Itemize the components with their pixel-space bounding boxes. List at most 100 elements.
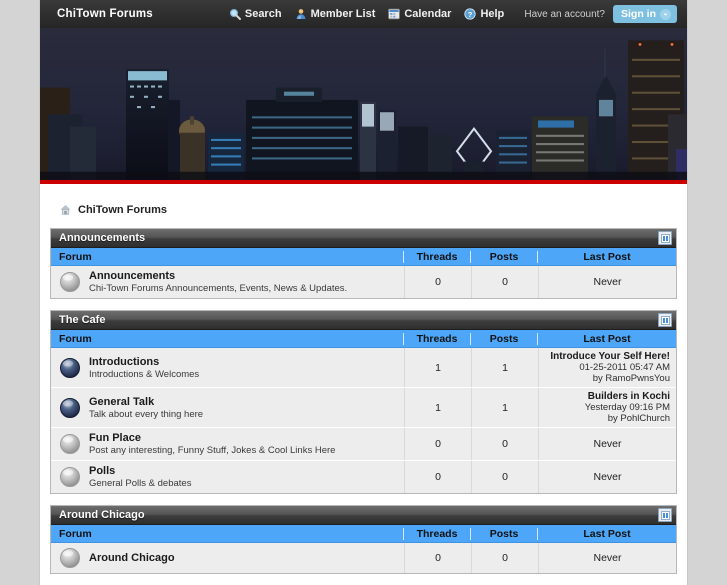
column-header-forum: Forum xyxy=(59,250,92,263)
column-header-last-post: Last Post xyxy=(537,527,676,540)
site-banner xyxy=(40,28,687,184)
forum-cell: Introductions Introductions & Welcomes xyxy=(51,348,404,387)
forum-no-new-posts-icon xyxy=(59,433,81,455)
threads-count: 0 xyxy=(404,461,471,493)
breadcrumb-label: ChiTown Forums xyxy=(78,203,168,216)
last-post-date: 01-25-2011 05:47 AM xyxy=(579,362,670,373)
nav-member-list[interactable]: Member List xyxy=(295,8,375,20)
category-title: Announcements xyxy=(59,232,146,244)
forum-row[interactable]: Polls General Polls & debates 0 0 Never xyxy=(51,461,676,493)
nav-calendar-label: Calendar xyxy=(404,8,452,20)
last-post-cell: Never xyxy=(538,461,676,493)
forum-no-new-posts-icon xyxy=(59,547,81,569)
forum-new-posts-icon xyxy=(59,357,81,379)
column-header-last-post: Last Post xyxy=(537,250,676,263)
last-post-cell: Never xyxy=(538,428,676,460)
collapse-icon[interactable] xyxy=(658,313,672,327)
last-post-cell: Never xyxy=(538,266,676,298)
posts-count: 1 xyxy=(471,348,538,387)
last-post-author[interactable]: by RamoPwnsYou xyxy=(545,373,670,384)
forum-category: Around Chicago Forum Threads Posts Last Pos… xyxy=(50,505,677,574)
column-header-threads: Threads xyxy=(403,527,470,540)
search-icon xyxy=(229,8,241,20)
top-navigation-bar: ChiTown Forums Search Member List Calend… xyxy=(40,0,687,28)
last-post-title[interactable]: Introduce Your Self Here! xyxy=(545,351,670,362)
main-content: ChiTown Forums Announcements Forum Thread… xyxy=(40,184,687,574)
help-icon: ? xyxy=(464,8,477,20)
threads-count: 1 xyxy=(404,348,471,387)
posts-count: 0 xyxy=(471,428,538,460)
nav-help-label: Help xyxy=(480,8,505,20)
posts-count: 1 xyxy=(471,388,538,427)
column-header-forum: Forum xyxy=(59,527,92,540)
collapse-icon[interactable] xyxy=(658,231,672,245)
forum-category: Announcements Forum Threads Posts Last Post… xyxy=(50,228,677,299)
category-header: Announcements xyxy=(51,229,676,248)
main-nav: Search Member List Calendar ? Help xyxy=(229,8,504,20)
forum-category: The Cafe Forum Threads Posts Last Post Intr… xyxy=(50,310,677,494)
category-title: Around Chicago xyxy=(59,509,145,521)
forum-description: Post any interesting, Funny Stuff, Jokes… xyxy=(89,445,336,456)
column-header-forum: Forum xyxy=(59,332,92,345)
last-post-author[interactable]: by PohlChurch xyxy=(545,413,670,424)
column-header-row: Forum Threads Posts Last Post xyxy=(51,248,676,266)
last-post-never: Never xyxy=(593,438,622,450)
posts-count: 0 xyxy=(471,543,538,573)
forum-row[interactable]: General Talk Talk about every thing here 1… xyxy=(51,388,676,428)
column-header-last-post: Last Post xyxy=(537,332,676,345)
column-header-row: Forum Threads Posts Last Post xyxy=(51,525,676,543)
last-post-title[interactable]: Builders in Kochi xyxy=(545,391,670,402)
forum-cell: Fun Place Post any interesting, Funny Stu… xyxy=(51,428,404,460)
forum-no-new-posts-icon xyxy=(59,466,81,488)
column-header-posts: Posts xyxy=(470,250,537,263)
forum-description: General Polls & debates xyxy=(89,478,192,489)
forum-row[interactable]: Introductions Introductions & Welcomes 1 1 I… xyxy=(51,348,676,388)
site-title: ChiTown Forums xyxy=(57,8,153,20)
forum-link[interactable]: Around Chicago xyxy=(89,552,175,564)
chevron-down-icon xyxy=(660,8,671,20)
nav-help[interactable]: ? Help xyxy=(464,8,504,20)
last-post-cell: Never xyxy=(538,543,676,573)
forum-row[interactable]: Announcements Chi-Town Forums Announcemen… xyxy=(51,266,676,298)
threads-count: 0 xyxy=(404,543,471,573)
column-header-threads: Threads xyxy=(403,332,470,345)
forum-cell: Around Chicago xyxy=(51,543,404,573)
member-list-icon xyxy=(295,8,307,20)
forum-description: Chi-Town Forums Announcements, Events, N… xyxy=(89,283,348,294)
collapse-icon[interactable] xyxy=(658,508,672,522)
forum-category-list: Announcements Forum Threads Posts Last Post… xyxy=(50,228,677,574)
sign-in-button[interactable]: Sign in xyxy=(613,5,677,23)
forum-row[interactable]: Fun Place Post any interesting, Funny Stu… xyxy=(51,428,676,461)
nav-search-label: Search xyxy=(244,8,282,20)
forum-link[interactable]: General Talk xyxy=(89,396,203,408)
last-post-never: Never xyxy=(593,471,622,483)
nav-search[interactable]: Search xyxy=(229,8,282,20)
column-header-posts: Posts xyxy=(470,332,537,345)
last-post-date: Yesterday 09:16 PM xyxy=(584,402,670,413)
forum-row[interactable]: Around Chicago 0 0 Never xyxy=(51,543,676,573)
last-post-never: Never xyxy=(593,276,622,288)
sign-in-label: Sign in xyxy=(621,8,656,20)
account-prompt: Have an account? xyxy=(524,8,605,20)
threads-count: 0 xyxy=(404,428,471,460)
calendar-icon xyxy=(388,8,401,20)
home-icon xyxy=(59,203,72,216)
category-header: The Cafe xyxy=(51,311,676,330)
last-post-cell: Introduce Your Self Here! 01-25-2011 05:4… xyxy=(538,348,676,387)
skyline-image xyxy=(40,28,687,180)
account-area: Have an account? Sign in xyxy=(524,5,677,23)
forum-link[interactable]: Polls xyxy=(89,465,191,477)
forum-no-new-posts-icon xyxy=(59,271,81,293)
last-post-cell: Builders in Kochi Yesterday 09:16 PM by Po… xyxy=(538,388,676,427)
last-post-never: Never xyxy=(593,552,622,564)
forum-link[interactable]: Fun Place xyxy=(89,432,335,444)
forum-link[interactable]: Introductions xyxy=(89,356,199,368)
threads-count: 1 xyxy=(404,388,471,427)
forum-cell: Announcements Chi-Town Forums Announcemen… xyxy=(51,266,404,298)
nav-calendar[interactable]: Calendar xyxy=(388,8,451,20)
page-container: ChiTown Forums Search Member List Calend… xyxy=(40,0,687,585)
column-header-posts: Posts xyxy=(470,527,537,540)
forum-description: Introductions & Welcomes xyxy=(89,368,200,380)
column-header-threads: Threads xyxy=(403,250,470,263)
forum-link[interactable]: Announcements xyxy=(89,270,347,282)
